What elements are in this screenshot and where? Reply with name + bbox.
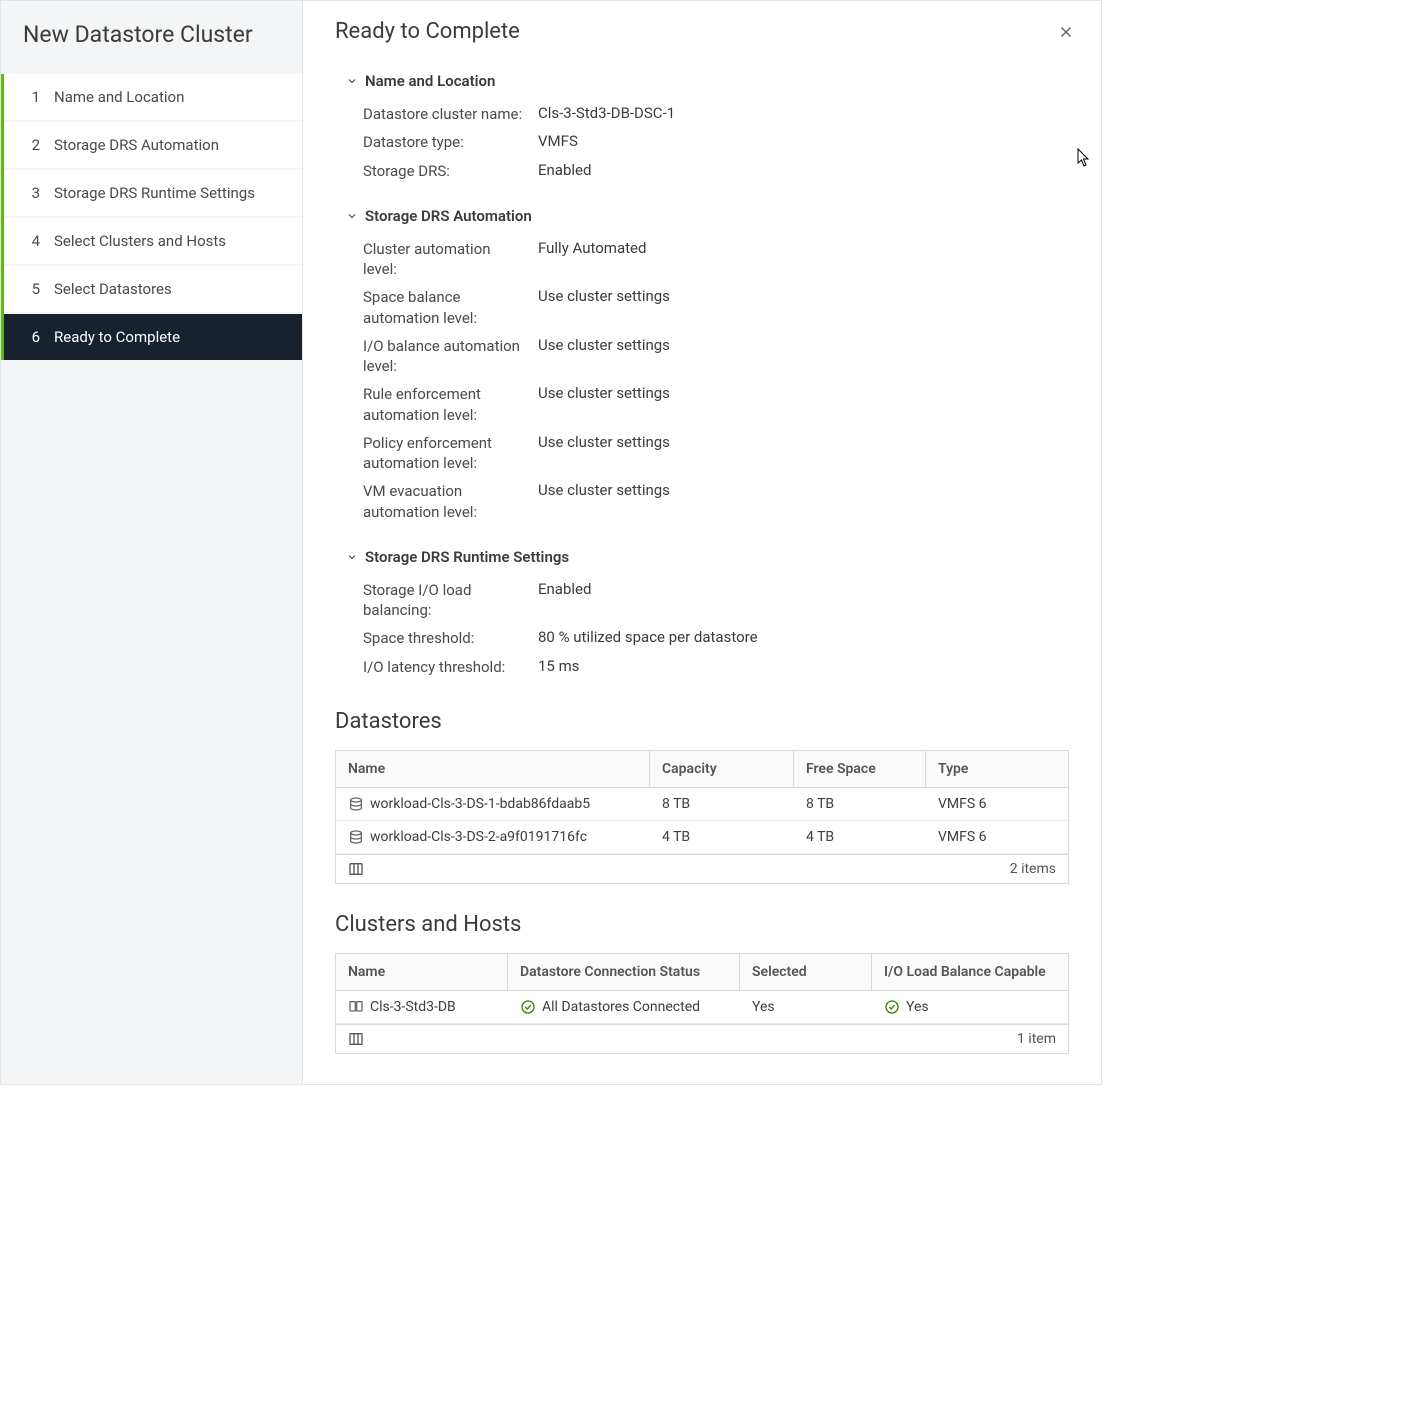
section-name-and-location: Name and Location Datastore cluster name…	[335, 72, 1069, 185]
wizard-main: Ready to Complete Name and Location Data…	[303, 1, 1101, 1084]
step-number: 1	[28, 88, 40, 106]
step-number: 6	[28, 328, 40, 346]
table-item-count: 2 items	[1010, 861, 1056, 877]
value-storage-drs: Enabled	[538, 161, 1069, 181]
wizard-sidebar: New Datastore Cluster 1 Name and Locatio…	[1, 1, 303, 1084]
label-io-load-balancing: Storage I/O load balancing:	[363, 580, 538, 621]
clusters-heading: Clusters and Hosts	[335, 912, 1069, 937]
col-header-connection-status[interactable]: Datastore Connection Status	[508, 954, 740, 990]
label-rule-enforcement-level: Rule enforcement automation level:	[363, 384, 538, 425]
chevron-down-icon	[345, 550, 359, 564]
close-button[interactable]	[1057, 23, 1081, 47]
cell-type: VMFS 6	[926, 821, 1068, 853]
datastore-icon	[348, 829, 364, 845]
cell-name: Cls-3-Std3-DB	[370, 999, 456, 1015]
value-datastore-type: VMFS	[538, 132, 1069, 152]
section-title: Storage DRS Runtime Settings	[365, 548, 569, 566]
step-storage-drs-automation[interactable]: 2 Storage DRS Automation	[4, 122, 302, 168]
section-title: Name and Location	[365, 72, 495, 90]
value-vm-evacuation-level: Use cluster settings	[538, 481, 1069, 522]
col-header-name[interactable]: Name	[336, 751, 650, 787]
table-row[interactable]: Cls-3-Std3-DB All Datastores Connected Y…	[336, 991, 1068, 1024]
cell-free-space: 8 TB	[794, 788, 926, 820]
col-header-io-capable[interactable]: I/O Load Balance Capable	[872, 954, 1068, 990]
step-label: Select Clusters and Hosts	[54, 232, 226, 250]
col-header-type[interactable]: Type	[926, 751, 1068, 787]
datastore-icon	[348, 796, 364, 812]
col-header-capacity[interactable]: Capacity	[650, 751, 794, 787]
step-storage-drs-runtime-settings[interactable]: 3 Storage DRS Runtime Settings	[4, 170, 302, 216]
cell-io-capable: Yes	[906, 999, 929, 1015]
cell-capacity: 8 TB	[650, 788, 794, 820]
columns-icon[interactable]	[348, 861, 364, 877]
check-circle-icon	[884, 999, 900, 1015]
table-item-count: 1 item	[1017, 1031, 1056, 1047]
cell-capacity: 4 TB	[650, 821, 794, 853]
value-io-balance-level: Use cluster settings	[538, 336, 1069, 377]
value-cluster-automation-level: Fully Automated	[538, 239, 1069, 280]
step-name-and-location[interactable]: 1 Name and Location	[4, 74, 302, 120]
col-header-name[interactable]: Name	[336, 954, 508, 990]
check-circle-icon	[520, 999, 536, 1015]
table-row[interactable]: workload-Cls-3-DS-1-bdab86fdaab5 8 TB 8 …	[336, 788, 1068, 821]
sidebar-title: New Datastore Cluster	[1, 1, 302, 74]
label-space-balance-level: Space balance automation level:	[363, 287, 538, 328]
datastores-heading: Datastores	[335, 709, 1069, 734]
label-io-balance-level: I/O balance automation level:	[363, 336, 538, 377]
cell-connection-status: All Datastores Connected	[542, 999, 700, 1015]
step-label: Storage DRS Runtime Settings	[54, 184, 255, 202]
value-io-latency-threshold: 15 ms	[538, 657, 1069, 677]
cell-type: VMFS 6	[926, 788, 1068, 820]
step-number: 5	[28, 280, 40, 298]
cell-name: workload-Cls-3-DS-2-a9f0191716fc	[370, 829, 587, 845]
value-space-threshold: 80 % utilized space per datastore	[538, 628, 1069, 648]
label-vm-evacuation-level: VM evacuation automation level:	[363, 481, 538, 522]
chevron-down-icon	[345, 209, 359, 223]
columns-icon[interactable]	[348, 1031, 364, 1047]
datastores-table: Name Capacity Free Space Type workload-C…	[335, 750, 1069, 884]
step-label: Select Datastores	[54, 280, 172, 298]
step-ready-to-complete[interactable]: 6 Ready to Complete	[4, 314, 302, 360]
step-label: Storage DRS Automation	[54, 136, 219, 154]
value-rule-enforcement-level: Use cluster settings	[538, 384, 1069, 425]
section-header-name-and-location[interactable]: Name and Location	[345, 72, 1069, 90]
close-icon	[1057, 23, 1075, 41]
label-policy-enforcement-level: Policy enforcement automation level:	[363, 433, 538, 474]
section-title: Storage DRS Automation	[365, 207, 532, 225]
label-io-latency-threshold: I/O latency threshold:	[363, 657, 538, 677]
step-number: 3	[28, 184, 40, 202]
label-storage-drs: Storage DRS:	[363, 161, 538, 181]
section-storage-drs-automation: Storage DRS Automation Cluster automatio…	[335, 207, 1069, 526]
label-datastore-cluster-name: Datastore cluster name:	[363, 104, 538, 124]
cell-name: workload-Cls-3-DS-1-bdab86fdaab5	[370, 796, 590, 812]
value-datastore-cluster-name: Cls-3-Std3-DB-DSC-1	[538, 104, 1069, 124]
section-header-runtime-settings[interactable]: Storage DRS Runtime Settings	[345, 548, 1069, 566]
step-number: 2	[28, 136, 40, 154]
col-header-free-space[interactable]: Free Space	[794, 751, 926, 787]
table-row[interactable]: workload-Cls-3-DS-2-a9f0191716fc 4 TB 4 …	[336, 821, 1068, 854]
cell-selected: Yes	[740, 991, 872, 1023]
step-label: Ready to Complete	[54, 328, 180, 346]
clusters-table: Name Datastore Connection Status Selecte…	[335, 953, 1069, 1054]
cluster-icon	[348, 999, 364, 1015]
section-storage-drs-runtime-settings: Storage DRS Runtime Settings Storage I/O…	[335, 548, 1069, 681]
label-space-threshold: Space threshold:	[363, 628, 538, 648]
section-header-storage-drs-automation[interactable]: Storage DRS Automation	[345, 207, 1069, 225]
cell-free-space: 4 TB	[794, 821, 926, 853]
value-space-balance-level: Use cluster settings	[538, 287, 1069, 328]
chevron-down-icon	[345, 74, 359, 88]
col-header-selected[interactable]: Selected	[740, 954, 872, 990]
step-select-clusters-and-hosts[interactable]: 4 Select Clusters and Hosts	[4, 218, 302, 264]
page-title: Ready to Complete	[335, 19, 1069, 44]
label-datastore-type: Datastore type:	[363, 132, 538, 152]
value-io-load-balancing: Enabled	[538, 580, 1069, 621]
step-select-datastores[interactable]: 5 Select Datastores	[4, 266, 302, 312]
value-policy-enforcement-level: Use cluster settings	[538, 433, 1069, 474]
step-number: 4	[28, 232, 40, 250]
label-cluster-automation-level: Cluster automation level:	[363, 239, 538, 280]
step-label: Name and Location	[54, 88, 184, 106]
